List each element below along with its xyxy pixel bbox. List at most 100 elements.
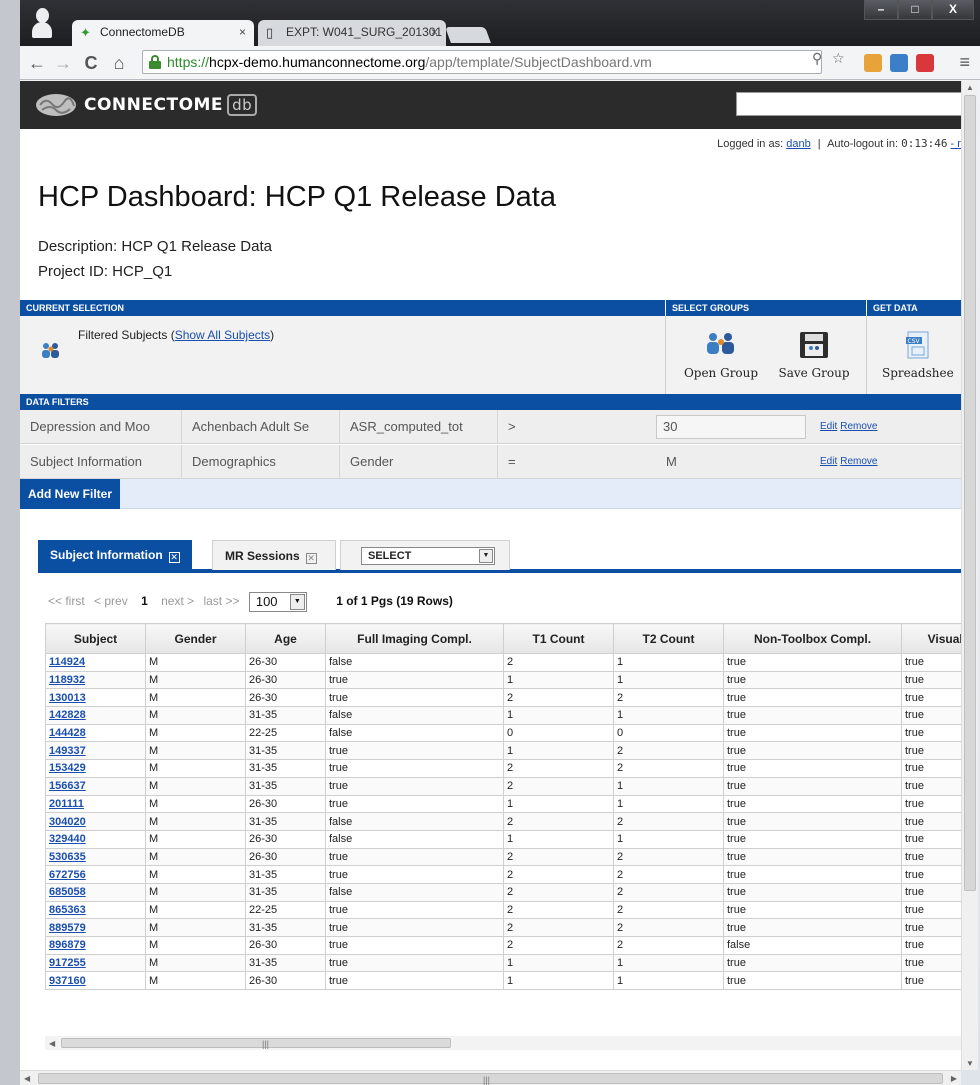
- address-bar[interactable]: https://hcpx-demo.humanconnectome.org/ap…: [142, 50, 822, 74]
- subject-link[interactable]: 329440: [49, 833, 86, 845]
- table-cell: 2: [613, 918, 724, 937]
- next-page-link[interactable]: next >: [161, 594, 194, 608]
- browser-tab-connectomedb[interactable]: ✦ ConnectomeDB ×: [72, 20, 254, 46]
- table-cell: true: [901, 829, 961, 849]
- subject-link[interactable]: 672756: [49, 869, 86, 881]
- table-cell: false: [325, 653, 504, 672]
- subject-link[interactable]: 201111: [49, 798, 84, 810]
- scrollbar-thumb[interactable]: |||: [38, 1073, 943, 1085]
- save-group-button[interactable]: Save Group: [776, 331, 852, 380]
- scroll-left-icon[interactable]: ◀: [49, 1039, 55, 1048]
- subject-link[interactable]: 114924: [49, 656, 85, 668]
- page-horizontal-scrollbar[interactable]: ◀ ||| ▶: [20, 1070, 961, 1085]
- subject-link[interactable]: 142828: [49, 709, 86, 721]
- table-horizontal-scrollbar[interactable]: ◀ |||: [45, 1036, 961, 1050]
- spreadsheet-button[interactable]: CSV Spreadshee: [882, 331, 961, 380]
- prev-page-link[interactable]: < prev: [94, 594, 128, 608]
- column-header[interactable]: Full Imaging Compl.: [325, 623, 504, 654]
- subject-link[interactable]: 153429: [49, 762, 86, 774]
- open-group-icon: [707, 333, 734, 354]
- menu-icon[interactable]: ≡: [959, 52, 970, 73]
- subject-link[interactable]: 917255: [49, 957, 86, 969]
- star-icon[interactable]: ☆: [832, 50, 845, 67]
- subject-link[interactable]: 130013: [49, 692, 86, 704]
- scroll-down-icon[interactable]: ▼: [966, 1059, 974, 1068]
- scroll-right-icon[interactable]: ▶: [951, 1074, 957, 1083]
- column-header[interactable]: Age: [245, 623, 326, 654]
- back-button[interactable]: ←: [26, 52, 48, 74]
- close-icon[interactable]: ×: [239, 25, 246, 39]
- subject-link[interactable]: 530635: [49, 851, 86, 863]
- remove-filter-link[interactable]: Remove: [840, 456, 877, 467]
- filter-category: Subject Information: [20, 445, 182, 479]
- scrollbar-thumb[interactable]: |||: [61, 1038, 451, 1049]
- save-disk-icon: [800, 332, 828, 358]
- project-id: Project ID: HCP_Q1: [38, 263, 173, 280]
- filter-operator: =: [508, 454, 516, 469]
- renew-link[interactable]: - re: [951, 138, 962, 150]
- reload-button[interactable]: C: [80, 52, 102, 74]
- zoom-icon[interactable]: ⚲: [812, 50, 822, 67]
- table-cell: 2: [503, 688, 614, 708]
- tab-select-container: SELECT ▼: [340, 540, 510, 570]
- subject-link[interactable]: 304020: [49, 816, 86, 828]
- last-page-link[interactable]: last >>: [203, 594, 239, 608]
- add-new-filter-button[interactable]: Add New Filter: [20, 479, 121, 509]
- forward-button[interactable]: →: [52, 52, 74, 74]
- table-cell: 153429: [45, 759, 146, 778]
- edit-filter-link[interactable]: Edit: [820, 456, 837, 467]
- close-tab-icon[interactable]: ✕: [305, 553, 317, 564]
- open-group-button[interactable]: Open Group: [682, 331, 760, 380]
- site-logo[interactable]: CONNECTOME db: [34, 91, 258, 119]
- table-cell: 31-35: [245, 882, 326, 902]
- column-header[interactable]: Gender: [145, 623, 246, 654]
- browser-tab-expt[interactable]: ▯ EXPT: W041_SURG_201301 ×: [258, 20, 446, 46]
- minimize-button[interactable]: –: [864, 0, 898, 20]
- subject-link[interactable]: 144428: [49, 727, 86, 739]
- maximize-button[interactable]: □: [898, 0, 932, 20]
- page-size-select[interactable]: 100 ▼: [248, 592, 307, 612]
- subject-link[interactable]: 685058: [49, 886, 86, 898]
- site-search-input[interactable]: [736, 92, 961, 116]
- scroll-up-icon[interactable]: ▲: [966, 83, 974, 92]
- close-tab-icon[interactable]: ✕: [168, 552, 180, 563]
- extension-icon[interactable]: [916, 54, 934, 72]
- subject-link[interactable]: 889579: [49, 922, 86, 934]
- home-button[interactable]: ⌂: [108, 52, 130, 74]
- profile-icon[interactable]: [30, 6, 54, 38]
- column-header[interactable]: Visual I: [901, 623, 961, 654]
- page-vertical-scrollbar[interactable]: ▲ ▼: [961, 81, 978, 1070]
- scroll-left-icon[interactable]: ◀: [24, 1074, 30, 1083]
- subject-link[interactable]: 156637: [49, 780, 86, 792]
- close-window-button[interactable]: X: [932, 0, 974, 20]
- username-link[interactable]: danb: [786, 138, 810, 150]
- subject-link[interactable]: 149337: [49, 745, 86, 757]
- table-body: 114924 M 26-30 false 2 1 true true 118932 M 26-30 t…: [45, 653, 961, 991]
- column-header[interactable]: T1 Count: [503, 623, 614, 654]
- new-tab-button[interactable]: [445, 27, 491, 43]
- column-header[interactable]: Non-Toolbox Compl.: [723, 623, 902, 654]
- extension-icon[interactable]: [864, 54, 882, 72]
- tab-subject-information[interactable]: Subject Information ✕: [38, 540, 192, 570]
- scrollbar-thumb[interactable]: [964, 95, 976, 891]
- subject-link[interactable]: 896879: [49, 939, 86, 951]
- show-all-subjects-link[interactable]: Show All Subjects: [175, 328, 270, 342]
- filter-actions: Edit Remove: [820, 410, 880, 444]
- table-row: 130013 M 26-30 true 2 2 true true: [45, 688, 961, 708]
- table-cell: 1: [503, 829, 614, 849]
- extension-icon[interactable]: [890, 54, 908, 72]
- tab-select-dropdown[interactable]: SELECT ▼: [361, 547, 495, 565]
- table-row: 530635 M 26-30 true 2 2 true true: [45, 847, 961, 867]
- subject-link[interactable]: 937160: [49, 975, 86, 987]
- subject-link[interactable]: 865363: [49, 904, 86, 916]
- table-cell: true: [723, 653, 902, 672]
- edit-filter-link[interactable]: Edit: [820, 421, 837, 432]
- close-icon[interactable]: ×: [431, 25, 438, 39]
- column-header[interactable]: Subject: [45, 623, 146, 654]
- first-page-link[interactable]: << first: [48, 594, 85, 608]
- remove-filter-link[interactable]: Remove: [840, 421, 877, 432]
- column-header[interactable]: T2 Count: [613, 623, 724, 654]
- subject-link[interactable]: 118932: [49, 674, 85, 686]
- tab-mr-sessions[interactable]: MR Sessions ✕: [212, 540, 336, 570]
- table-cell: true: [901, 847, 961, 867]
